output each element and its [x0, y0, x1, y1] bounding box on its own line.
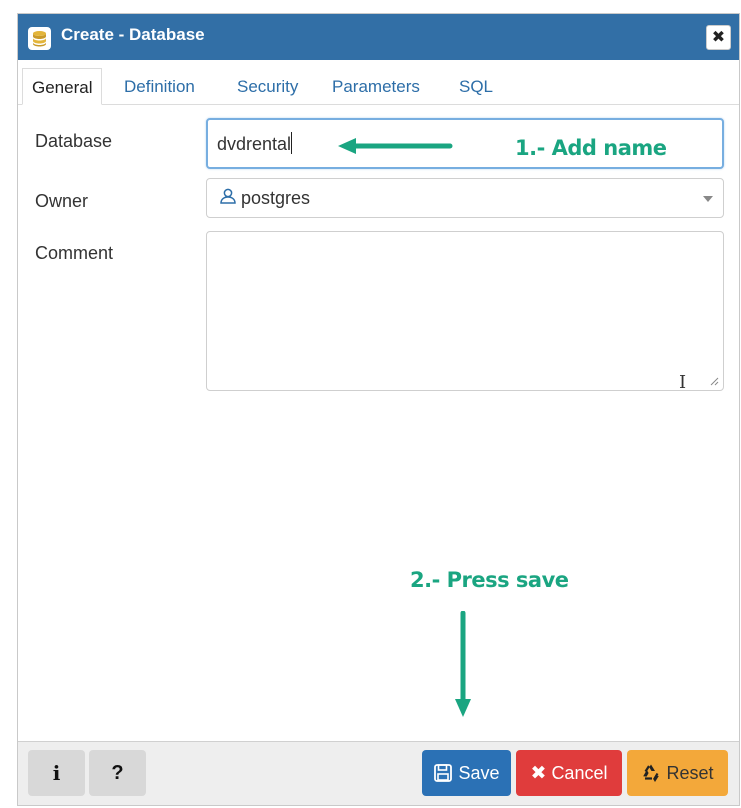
resize-grip-icon[interactable]: [710, 377, 719, 386]
cancel-label: Cancel: [551, 762, 608, 783]
comment-textarea[interactable]: I: [206, 231, 724, 393]
tab-parameters[interactable]: Parameters: [332, 68, 420, 105]
reset-label: Reset: [666, 762, 714, 783]
help-button[interactable]: ?: [89, 750, 146, 796]
database-name-value: dvdrental: [217, 134, 292, 154]
text-caret: [291, 132, 293, 154]
recycle-icon: [641, 763, 661, 783]
close-button[interactable]: ✖: [706, 25, 731, 50]
dialog-footer: i ? Save ✖ Cancel Reset: [18, 741, 739, 805]
dialog-title: Create - Database: [61, 25, 205, 44]
tab-definition[interactable]: Definition: [124, 68, 195, 105]
floppy-disk-icon: [433, 763, 453, 783]
annotation-arrow-left-icon: [338, 138, 453, 154]
tab-security[interactable]: Security: [237, 68, 298, 105]
annotation-add-name: 1.- Add name: [515, 136, 667, 160]
close-icon: ✖: [530, 762, 547, 784]
database-icon: [28, 27, 51, 50]
save-button[interactable]: Save: [422, 750, 511, 796]
help-icon: ?: [111, 761, 124, 784]
chevron-down-icon[interactable]: [703, 196, 713, 202]
info-button[interactable]: i: [28, 750, 85, 796]
reset-button[interactable]: Reset: [627, 750, 728, 796]
owner-select[interactable]: postgres: [206, 178, 724, 218]
owner-label: Owner: [35, 191, 89, 211]
user-icon: [219, 187, 237, 210]
database-label: Database: [35, 131, 113, 151]
tab-bar: General Definition Security Parameters S…: [18, 60, 739, 105]
tab-sql[interactable]: SQL: [459, 68, 493, 105]
annotation-arrow-down-icon: [455, 611, 471, 717]
cancel-button[interactable]: ✖ Cancel: [516, 750, 622, 796]
tab-general[interactable]: General: [22, 68, 103, 105]
close-icon: ✖: [711, 28, 726, 46]
owner-value: postgres: [241, 188, 311, 208]
dialog-titlebar: Create - Database ✖: [18, 14, 739, 60]
info-icon: i: [52, 761, 61, 785]
comment-label: Comment: [35, 243, 114, 263]
annotation-press-save: 2.- Press save: [410, 568, 569, 592]
save-label: Save: [458, 762, 500, 783]
create-database-dialog: Create - Database ✖ General Definition S…: [17, 13, 740, 806]
text-cursor-icon: I: [679, 372, 687, 393]
